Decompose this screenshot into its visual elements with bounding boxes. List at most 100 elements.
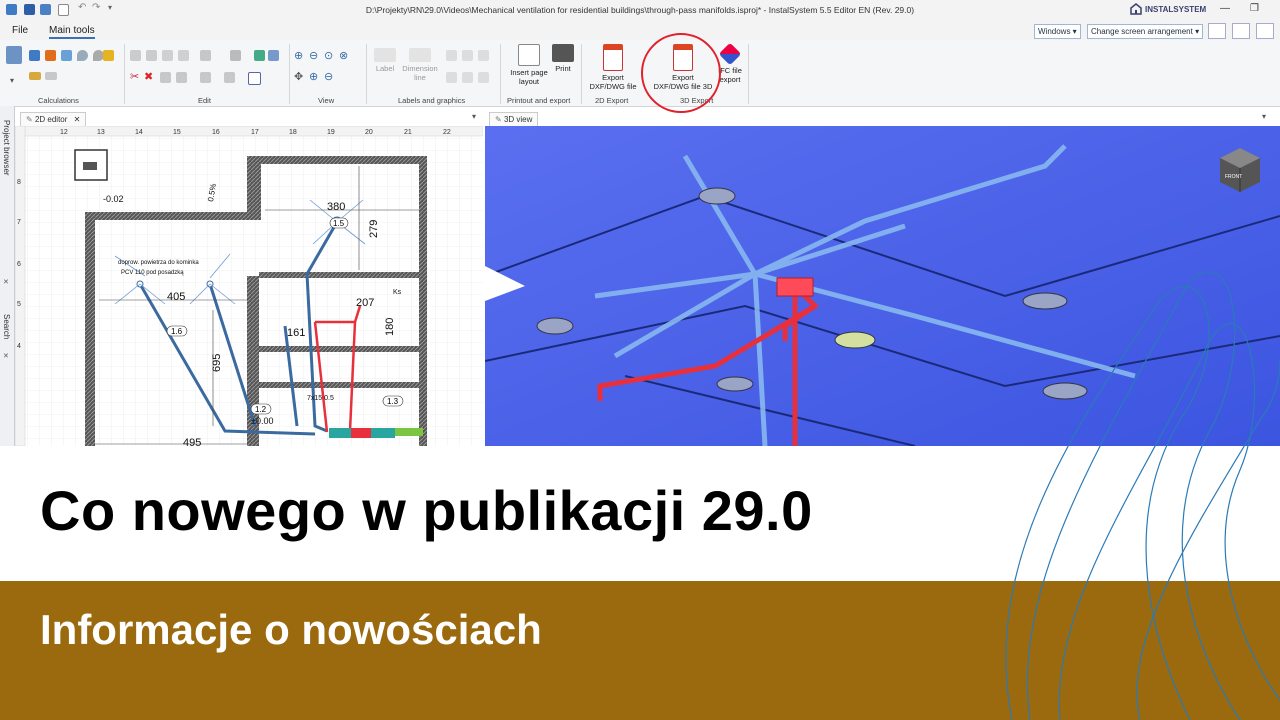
ruler-label: 17 — [251, 129, 259, 136]
edit-icon-3[interactable] — [162, 50, 173, 61]
export-dxf-2d-text-2: DXF/DWG file — [589, 82, 637, 91]
restore-window-icon[interactable]: ❐ — [1250, 3, 1259, 14]
edit-icon-12[interactable] — [224, 72, 235, 83]
drop-icon-1[interactable] — [77, 50, 88, 61]
calc-icon-4[interactable] — [103, 50, 114, 61]
export-dxf-2d-button[interactable]: Export DXF/DWG file — [585, 44, 641, 91]
group-calculations-label: Calculations — [38, 96, 79, 105]
windows-dropdown-label: Windows — [1038, 27, 1071, 36]
tab-2d-editor-label: 2D editor — [34, 115, 68, 124]
project-browser-tab[interactable]: Project browser — [2, 120, 11, 176]
graphics-icon-4[interactable] — [446, 72, 457, 83]
window-layout-icon[interactable] — [1208, 23, 1226, 39]
change-arrangement-dropdown[interactable]: Change screen arrangement ▾ — [1087, 24, 1204, 39]
ribbon-separator — [748, 44, 749, 104]
3d-manifold — [776, 277, 814, 297]
calc-icon-6[interactable] — [45, 72, 57, 80]
zone-tag: 1.5 — [333, 219, 345, 228]
graphics-icon-2[interactable] — [462, 50, 473, 61]
graphics-icon-3[interactable] — [478, 50, 489, 61]
windows-dropdown[interactable]: Windows ▾ — [1034, 24, 1081, 39]
zoom-window-icon[interactable]: ⊙ — [324, 49, 333, 62]
dimension-label: 495 — [183, 437, 201, 446]
zoom-in-icon[interactable]: ⊕ — [294, 49, 303, 62]
dimension-label: 695 — [211, 354, 223, 372]
insert-page-layout-button[interactable]: Insert page layout — [506, 44, 552, 86]
dimension-line-text-2: line — [414, 73, 426, 82]
calc-icon-5[interactable] — [29, 72, 41, 80]
minimize-window-icon[interactable]: — — [1220, 3, 1230, 14]
zoom-prev-icon[interactable]: ⊕ — [309, 70, 318, 83]
ruler-label: 18 — [289, 129, 297, 136]
delete-icon[interactable]: ✖ — [144, 70, 153, 83]
tab-3d-view[interactable]: ✎ 3D view — [489, 112, 539, 126]
search-tab[interactable]: Search — [2, 314, 11, 339]
pan-icon[interactable]: ✥ — [294, 70, 303, 83]
room-note: PCV 110 pod posadzką — [121, 270, 184, 276]
ruler-label: 19 — [327, 129, 335, 136]
calc-dropdown-icon[interactable]: ▾ — [10, 76, 14, 85]
ribbon-separator — [289, 44, 290, 104]
edit-icon-7[interactable] — [254, 50, 265, 61]
zoom-all-icon[interactable]: ⊗ — [339, 49, 348, 62]
3d-model[interactable]: FRONT — [485, 126, 1280, 446]
print-button[interactable]: Print — [551, 44, 575, 73]
edit-icon-8[interactable] — [268, 50, 279, 61]
graphics-icon-5[interactable] — [462, 72, 473, 83]
editor-2d-canvas[interactable]: 12 13 14 15 16 17 18 19 20 21 22 8 7 6 5… — [15, 126, 483, 446]
ruler-label: 8 — [17, 179, 21, 186]
ruler-label: 15 — [173, 129, 181, 136]
edit-icon-4[interactable] — [178, 50, 189, 61]
window-tile-icon[interactable] — [1232, 23, 1250, 39]
floor-plan-drawing[interactable]: 12 13 14 15 16 17 18 19 20 21 22 8 7 6 5… — [15, 126, 483, 446]
dimension-line-button[interactable]: Dimension line — [398, 44, 442, 82]
dimension-label: 161 — [287, 327, 305, 339]
page-layout-icon — [518, 44, 540, 66]
calc-icon-1[interactable] — [29, 50, 40, 61]
ruler-label: 7 — [17, 219, 21, 226]
tab-file[interactable]: File — [12, 25, 28, 36]
close-2d-tab-icon[interactable]: ✕ — [74, 115, 81, 124]
ruler-label: 21 — [404, 129, 412, 136]
change-arrangement-label: Change screen arrangement — [1091, 27, 1193, 36]
dimension-label: 180 — [384, 318, 396, 336]
insert-page-layout-text-2: layout — [518, 77, 539, 86]
editor-2d-menu-icon[interactable]: ▾ — [472, 112, 476, 121]
edit-icon-6[interactable] — [230, 50, 241, 61]
ribbon: ▾ Calculations ✂ ✖ Edit ⊕ ⊖ ⊙ ⊗ ✥ ⊕ ⊖ Vi… — [0, 40, 1280, 107]
view-3d-canvas[interactable]: FRONT — [485, 126, 1280, 446]
paste-icon[interactable] — [146, 50, 157, 61]
graphics-icon-1[interactable] — [446, 50, 457, 61]
dimension-line-icon — [409, 48, 431, 62]
group-2d-export-label: 2D Export — [595, 96, 629, 105]
view-3d-menu-icon[interactable]: ▾ — [1262, 112, 1266, 121]
window-title: D:\Projekty\RN\29.0\Videos\Mechanical ve… — [365, 5, 915, 15]
zoom-out-icon[interactable]: ⊖ — [309, 49, 318, 62]
edit-icon-5[interactable] — [200, 50, 211, 61]
edit-icon-9[interactable] — [160, 72, 171, 83]
tab-2d-editor[interactable]: ✎ 2D editor ✕ — [20, 112, 87, 126]
select-icon[interactable] — [248, 72, 261, 85]
top-ruler — [15, 126, 483, 137]
brand-logo-icon — [1130, 3, 1142, 15]
cut-icon[interactable]: ✂ — [130, 70, 139, 83]
ifc-export-icon — [718, 42, 742, 66]
label-button[interactable]: Label — [372, 44, 398, 73]
level-label: Ks — [393, 289, 402, 296]
copy-icon[interactable] — [130, 50, 141, 61]
graphics-icon-6[interactable] — [478, 72, 489, 83]
calc-icon-2[interactable] — [45, 50, 56, 61]
edit-icon-10[interactable] — [176, 72, 187, 83]
zoom-next-icon[interactable]: ⊖ — [324, 70, 333, 83]
calc-icon-3[interactable] — [61, 50, 72, 61]
calculation-table-icon[interactable] — [6, 46, 22, 64]
group-view-label: View — [318, 96, 335, 105]
dimension-label: 207 — [356, 297, 374, 309]
edit-icon-11[interactable] — [200, 72, 211, 83]
insert-page-layout-text-1: Insert page — [510, 68, 548, 77]
help-icon[interactable] — [1256, 23, 1274, 39]
close-search-icon[interactable]: ✕ — [3, 352, 9, 360]
pin-icon[interactable]: ✕ — [3, 278, 9, 286]
tab-main-tools[interactable]: Main tools — [49, 25, 95, 39]
group-printout-export-label: Printout and export — [507, 96, 571, 105]
